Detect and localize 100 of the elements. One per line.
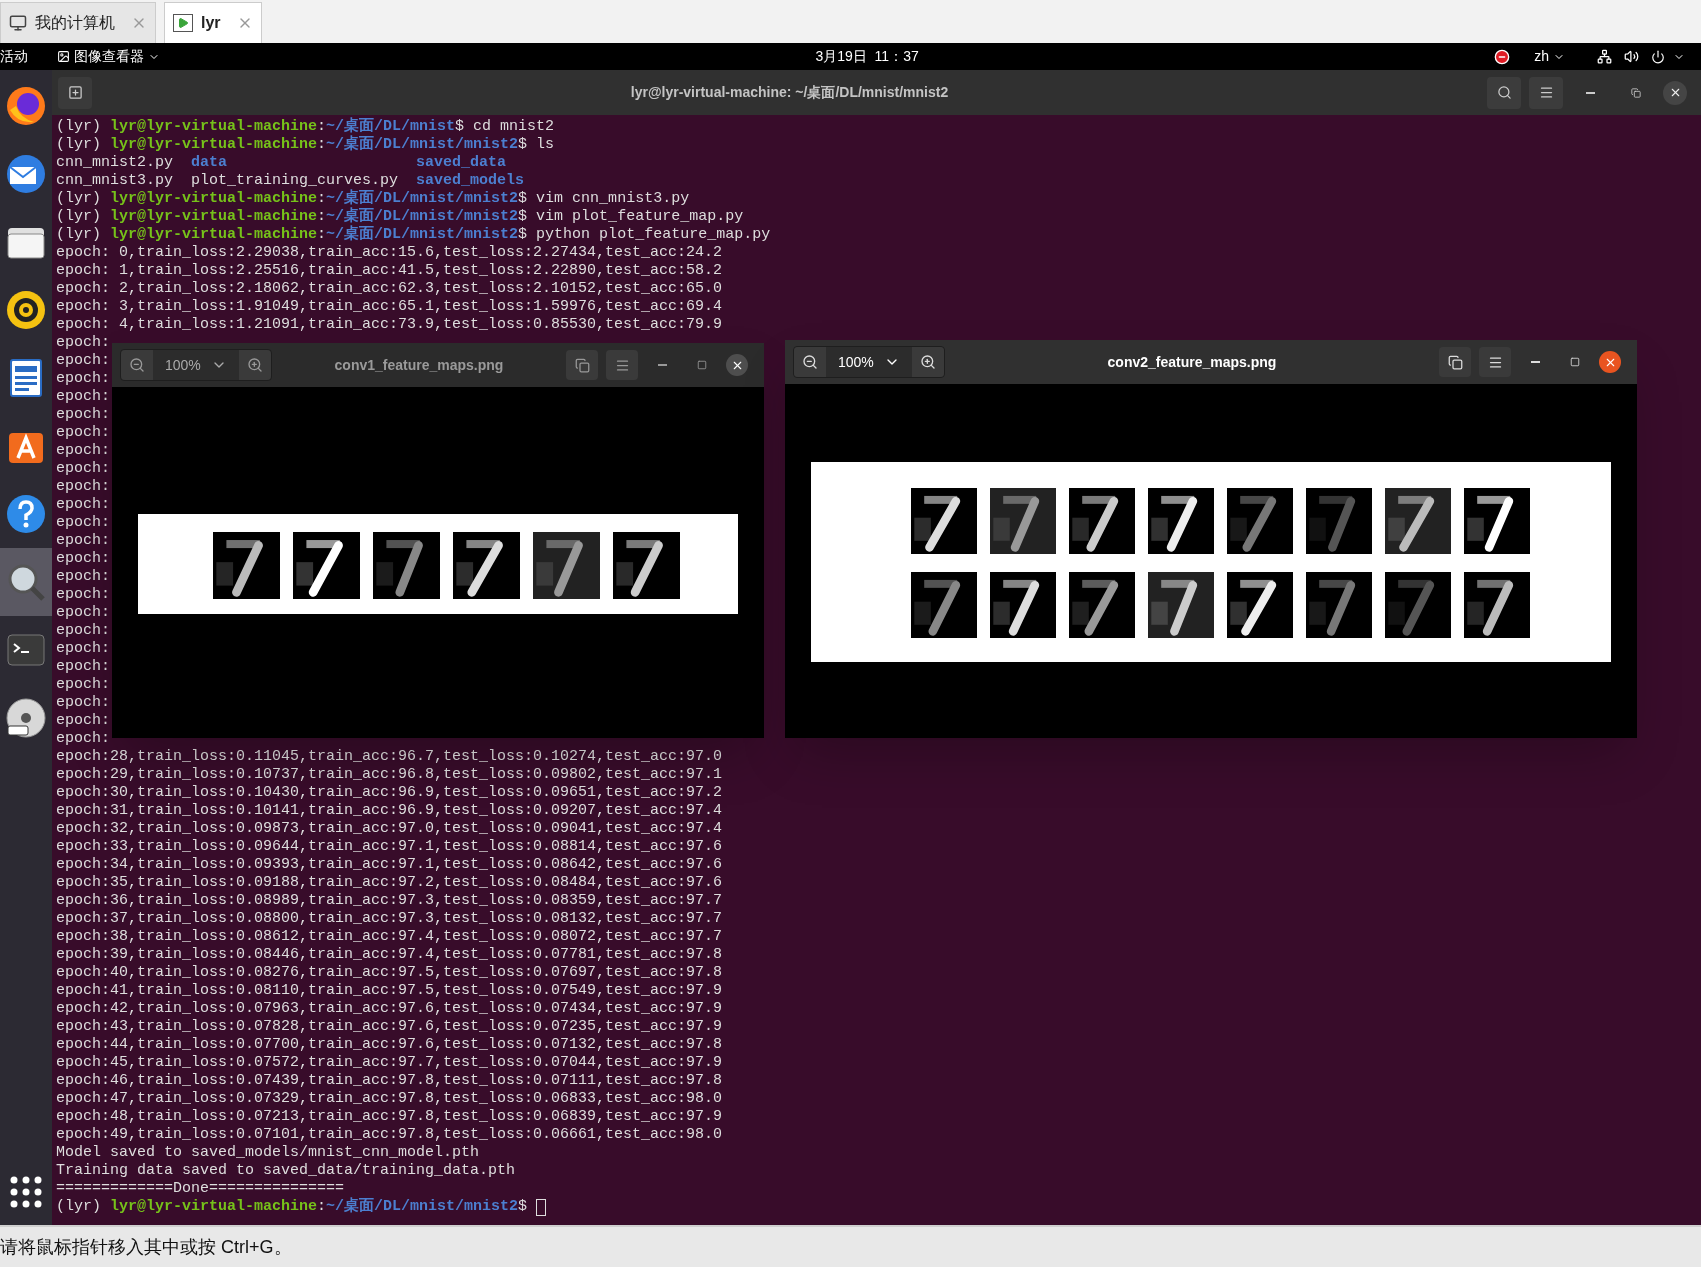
monitor-icon [9, 14, 27, 32]
zoom-in-icon [247, 357, 263, 373]
menu-icon [1538, 85, 1554, 100]
stacked-squares-icon [574, 357, 590, 373]
terminal-line: epoch:30,train_loss:0.10430,train_acc:96.9,test_loss:0.09651,test_acc:97.2 [56, 784, 723, 802]
zoom-in-button[interactable] [912, 347, 944, 377]
speaker-icon [4, 288, 48, 332]
network-icon[interactable] [1597, 49, 1612, 64]
restore-icon [1631, 87, 1641, 98]
terminal-line: (lyr) lyr@lyr-virtual-machine:~/桌面/DL/mnist/mnist2$ vim plot_feature_map.py [56, 208, 744, 225]
terminal-line: epoch:47,train_loss:0.07329,train_acc:97.8,test_loss:0.06833,test_acc:98.0 [56, 1090, 723, 1108]
terminal-line: cnn_mnist2.py data saved_data [56, 154, 507, 172]
terminal-line: epoch:31,train_loss:0.10141,train_acc:96.9,test_loss:0.09207,test_acc:97.4 [56, 802, 723, 820]
menu-button[interactable] [606, 350, 638, 380]
gallery-button[interactable] [1439, 347, 1471, 377]
terminal-line: epoch: [56, 712, 110, 730]
no-entry-icon[interactable] [1494, 48, 1511, 65]
zoom-out-icon [802, 354, 818, 370]
clock[interactable]: 3月19日 11：37 [815, 46, 919, 67]
terminal-line: epoch: [56, 550, 110, 568]
terminal-line: epoch:29,train_loss:0.10737,train_acc:96.8,test_loss:0.09802,test_acc:97.1 [56, 766, 723, 784]
terminal-line: epoch: [56, 388, 110, 406]
zoom-in-button[interactable] [239, 350, 271, 380]
terminal-line: epoch: [56, 514, 110, 532]
terminal-line: epoch:40,train_loss:0.08276,train_acc:97.5,test_loss:0.07697,test_acc:97.8 [56, 964, 723, 982]
terminal-line: epoch: [56, 352, 110, 370]
zoom-dropdown[interactable]: 100% [826, 347, 912, 377]
gallery-button[interactable] [566, 350, 598, 380]
terminal-line: (lyr) lyr@lyr-virtual-machine:~/桌面/DL/mnist/mnist2$ vim cnn_mnist3.py [56, 190, 690, 207]
terminal-line: (lyr) lyr@lyr-virtual-machine:~/桌面/DL/mnist/mnist2$ ls [56, 136, 555, 154]
terminal-line: epoch: 0,train_loss:2.29038,train_acc:15.6,test_loss:2.27434,test_acc:24.2 [56, 244, 723, 262]
minimize-icon [1530, 361, 1540, 363]
terminal-line: epoch: 4,train_loss:1.21091,train_acc:73.9,test_loss:0.85530,test_acc:79.9 [56, 316, 723, 334]
menu-button[interactable] [1529, 76, 1563, 109]
terminal-line: epoch: [56, 586, 110, 604]
close-button[interactable] [1599, 351, 1621, 373]
terminal-line: epoch:34,train_loss:0.09393,train_acc:97.1,test_loss:0.08642,test_acc:97.6 [56, 856, 723, 874]
terminal-line: epoch:42,train_loss:0.07963,train_acc:97.6,test_loss:0.07434,test_acc:97.9 [56, 1000, 723, 1018]
terminal-line: epoch: [56, 406, 110, 424]
terminal-line: epoch: [56, 676, 110, 694]
menu-icon [1487, 354, 1503, 370]
terminal-line: epoch:36,train_loss:0.08989,train_acc:97.3,test_loss:0.08359,test_acc:97.7 [56, 892, 723, 910]
close-button[interactable] [1663, 80, 1687, 105]
help-icon [4, 492, 48, 536]
terminal-line: epoch: [56, 604, 110, 622]
close-button[interactable] [726, 354, 748, 376]
minimize-icon [657, 364, 667, 366]
app-menu[interactable]: 图像查看器 [57, 46, 160, 67]
input-method-menu[interactable]: zh [1534, 46, 1565, 67]
zoom-out-button[interactable] [121, 350, 153, 380]
terminal-line: epoch: [56, 496, 110, 514]
status-hint: 请将鼠标指针移入其中或按 Ctrl+G。 [0, 1235, 292, 1259]
new-tab-button[interactable] [58, 76, 92, 109]
terminal-line: (lyr) lyr@lyr-virtual-machine:~/桌面/DL/mnist/mnist2$ [56, 1198, 529, 1216]
power-icon[interactable] [1651, 49, 1665, 64]
terminal-line: Training data saved to saved_data/training_data.pth [56, 1162, 516, 1180]
zoom-out-icon [129, 357, 145, 373]
terminal-line: (lyr) lyr@lyr-virtual-machine:~/桌面/DL/mnist/mnist2$ python plot_feature_map.py [56, 226, 771, 244]
terminal-line: cnn_mnist3.py plot_training_curves.py saved_models [56, 172, 525, 189]
window-title: lyr@lyr-virtual-machine: ~/桌面/DL/mnist/mnist2 [630, 83, 949, 102]
terminal-line: epoch: [56, 334, 110, 352]
tab-label: lyr [201, 13, 221, 33]
terminal-line: epoch: [56, 568, 110, 586]
window-title: conv2_feature_maps.png [1107, 352, 1277, 372]
terminal-line: epoch: [56, 532, 110, 550]
mail-icon [4, 152, 48, 196]
terminal-line: Model saved to saved_models/mnist_cnn_model.pth [56, 1144, 480, 1162]
volume-icon[interactable] [1624, 49, 1639, 64]
terminal-line: epoch:46,train_loss:0.07439,train_acc:97.8,test_loss:0.07111,test_acc:97.8 [56, 1072, 723, 1090]
terminal-line: epoch: [56, 640, 110, 658]
menu-button[interactable] [1479, 347, 1511, 377]
terminal-line: epoch: 1,train_loss:2.25516,train_acc:41.5,test_loss:2.22890,test_acc:58.2 [56, 262, 723, 280]
app-grid-icon[interactable] [9, 1175, 43, 1209]
maximize-icon [697, 360, 707, 370]
terminal-line: epoch:32,train_loss:0.09873,train_acc:97.0,test_loss:0.09041,test_acc:97.4 [56, 820, 723, 838]
search-button[interactable] [1487, 76, 1521, 109]
dock-item[interactable] [0, 548, 52, 616]
terminal-line: epoch: [56, 694, 110, 712]
zoom-out-button[interactable] [794, 347, 826, 377]
vm-tab[interactable]: 我的计算机 [0, 2, 156, 43]
terminal-line: epoch:28,train_loss:0.11045,train_acc:96.7,test_loss:0.10274,test_acc:97.0 [56, 748, 723, 766]
terminal-line: epoch: [56, 424, 110, 442]
terminal-line: epoch:37,train_loss:0.08800,train_acc:97.3,test_loss:0.08132,test_acc:97.7 [56, 910, 723, 928]
terminal-line: epoch:38,train_loss:0.08612,train_acc:97.4,test_loss:0.08072,test_acc:97.7 [56, 928, 723, 946]
terminal-line: =============Done=============== [56, 1180, 345, 1197]
stacked-squares-icon [1447, 354, 1463, 370]
terminal-line: epoch: [56, 658, 110, 676]
terminal-line: epoch: [56, 622, 110, 640]
image-icon [57, 50, 70, 63]
window-title: conv1_feature_maps.png [334, 355, 504, 375]
terminal-line: epoch:35,train_loss:0.09188,train_acc:97.2,test_loss:0.08484,test_acc:97.6 [56, 874, 723, 892]
terminal-line: epoch:41,train_loss:0.08110,train_acc:97.5,test_loss:0.07549,test_acc:97.9 [56, 982, 723, 1000]
terminal-line: epoch: [56, 442, 110, 460]
activities-button[interactable]: 活动 [0, 46, 52, 67]
search-icon [1496, 85, 1512, 100]
terminal-line: epoch:43,train_loss:0.07828,train_acc:97.6,test_loss:0.07235,test_acc:97.9 [56, 1018, 723, 1036]
terminal-line: epoch: [56, 370, 110, 388]
vm-tab[interactable]: lyr [164, 2, 262, 43]
terminal-line: epoch:44,train_loss:0.07700,train_acc:97.6,test_loss:0.07132,test_acc:97.8 [56, 1036, 723, 1054]
terminal-line: epoch: [56, 460, 110, 478]
